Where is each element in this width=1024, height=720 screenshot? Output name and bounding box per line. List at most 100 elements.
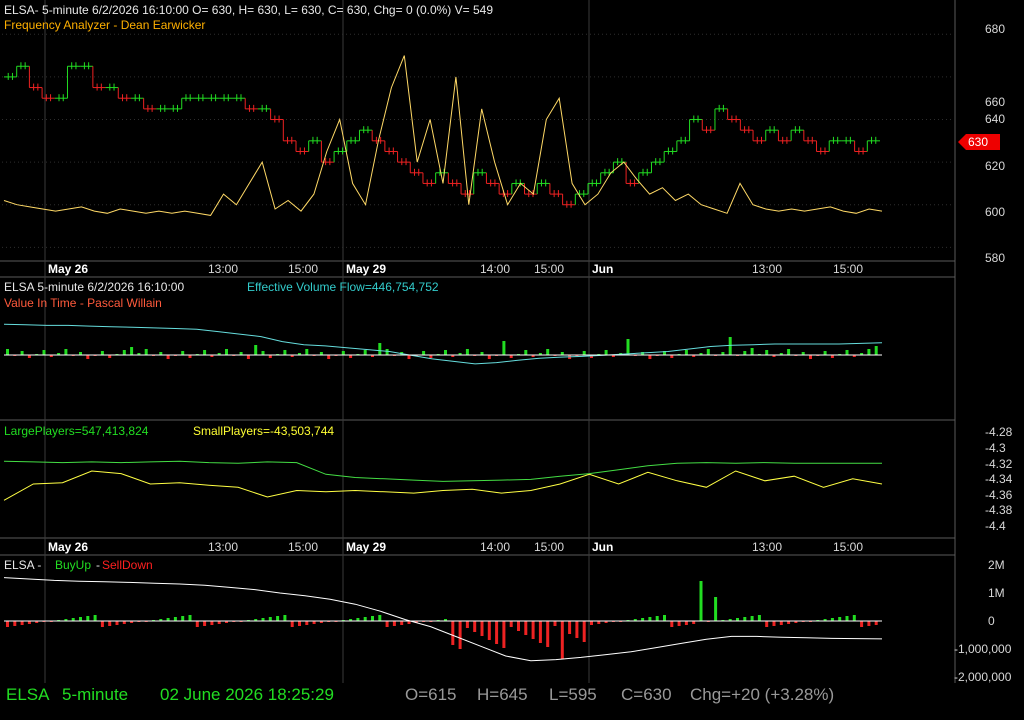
x-label-jun: Jun [592, 262, 614, 276]
effective-volume-flow-line [3, 323, 883, 365]
x-label-1500-a: 15:00 [288, 262, 319, 276]
buyup-dash: - [96, 558, 100, 572]
flow-panel-title: ELSA 5-minute 6/2/2026 16:10:00 [4, 280, 185, 294]
buyup-volume-bar [648, 617, 652, 621]
flow-volume-bar [604, 350, 608, 355]
value-in-time-label: Value In Time - Pascal Willain [4, 296, 162, 310]
buyup-volume-bar [487, 621, 491, 640]
flow-volume-bar [20, 351, 24, 355]
y-tick-680: 680 [985, 22, 1006, 36]
buyup-volume-bar [473, 621, 477, 632]
y-tick-m43: -4.3 [985, 441, 1006, 455]
flow-volume-bar [254, 345, 258, 355]
status-close: C=630 [621, 685, 672, 704]
buyup-volume-bar [670, 621, 674, 627]
flow-volume-bar [341, 351, 345, 355]
effective-volume-flow-label: Effective Volume Flow=446,754,752 [247, 280, 439, 294]
y-tick-640: 640 [985, 112, 1006, 126]
x2-label-1500-b: 15:00 [534, 540, 565, 554]
buyup-volume-bar [400, 621, 404, 625]
flow-volume-bar [750, 348, 754, 355]
buyup-label: BuyUp [55, 558, 92, 572]
small-players-label: SmallPlayers=-43,503,744 [193, 424, 335, 438]
flow-volume-bar [422, 351, 426, 355]
buyup-volume-bar [203, 621, 207, 626]
status-high: H=645 [477, 685, 528, 704]
buyup-volume-bar [495, 621, 499, 644]
flow-volume-bar [283, 350, 287, 355]
flow-volume-bar [809, 355, 812, 359]
buyup-volume-bar [276, 616, 280, 621]
buyup-volume-bar [575, 621, 579, 638]
buyup-volume-bar [363, 617, 367, 621]
buyup-volume-bar [553, 621, 557, 626]
buyup-volume-bar [860, 621, 864, 627]
buyup-volume-bar [195, 621, 199, 627]
flow-volume-bar [181, 351, 185, 355]
buyup-volume-bar [100, 621, 104, 627]
buyup-volume-bar [560, 621, 564, 659]
flow-volume-bar [765, 350, 769, 355]
buyup-volume-bar [582, 621, 586, 642]
buyup-volume-bar [13, 621, 17, 626]
x2-label-may29: May 29 [346, 540, 387, 554]
buyup-volume-bar [538, 621, 542, 643]
flow-volume-bar [845, 350, 849, 355]
flow-volume-bar [743, 351, 747, 355]
flow-volume-bar [166, 355, 170, 359]
y-tick-m438: -4.38 [985, 503, 1013, 517]
buyup-volume-bar [378, 615, 382, 621]
x-label-1300-a: 13:00 [208, 262, 239, 276]
buyup-volume-bar [677, 621, 681, 626]
y-tick-m1000000: -1,000,000 [954, 642, 1012, 656]
buyup-volume-bar [283, 615, 287, 621]
flow-volume-bar [64, 349, 68, 355]
flow-volume-bar [86, 355, 90, 359]
x2-label-1300-b: 13:00 [752, 540, 783, 554]
flow-volume-bar [363, 350, 367, 355]
flow-volume-bar [144, 349, 148, 355]
flow-volume-bar [261, 351, 265, 355]
y-tick-620: 620 [985, 159, 1006, 173]
buyup-volume-bar [779, 621, 783, 625]
y-tick-m428: -4.28 [985, 425, 1013, 439]
status-interval: 5-minute [62, 685, 129, 704]
x2-label-1500-a: 15:00 [288, 540, 319, 554]
buyup-volume-bar [546, 621, 550, 647]
buyup-volume-bar [86, 616, 90, 621]
buyup-volume-bar [392, 621, 396, 626]
flow-volume-bar [122, 350, 126, 355]
small-players-line [3, 470, 883, 501]
flow-volume-bar [648, 355, 652, 359]
y-tick-0: 0 [988, 614, 995, 628]
buyup-volume-bar [684, 621, 688, 625]
flow-volume-bar [6, 349, 9, 355]
flow-volume-bar [626, 339, 630, 355]
buyup-volume-bar [765, 621, 769, 627]
flow-volume-bar [487, 355, 491, 359]
buyup-volume-bar [268, 617, 272, 621]
flow-volume-bar [823, 351, 827, 355]
buyup-volume-bar [531, 621, 535, 639]
buyup-volume-bar [305, 621, 309, 625]
x2-label-jun: Jun [592, 540, 614, 554]
status-datetime: 02 June 2026 18:25:29 [160, 685, 334, 704]
flow-volume-bar [305, 349, 309, 355]
buyup-volume-bar [451, 621, 455, 645]
flow-volume-bar [130, 347, 134, 355]
buyup-volume-bar [465, 621, 469, 628]
status-open: O=615 [405, 685, 457, 704]
x2-label-1500-c: 15:00 [833, 540, 864, 554]
flow-volume-bar [867, 349, 871, 355]
flow-volume-bar [378, 343, 382, 355]
flow-volume-bar [246, 355, 250, 359]
status-symbol: ELSA [6, 685, 50, 704]
buyup-volume-bar [509, 621, 513, 627]
buyup-volume-bar [173, 617, 177, 621]
flow-volume-bar [42, 350, 46, 355]
chart-title-line: ELSA- 5-minute 6/2/2026 16:10:00 O= 630,… [4, 3, 493, 17]
x2-label-may26: May 26 [48, 540, 89, 554]
chart-canvas [0, 0, 1000, 683]
buyup-volume-bar [108, 621, 112, 626]
flow-volume-bar [100, 351, 104, 355]
